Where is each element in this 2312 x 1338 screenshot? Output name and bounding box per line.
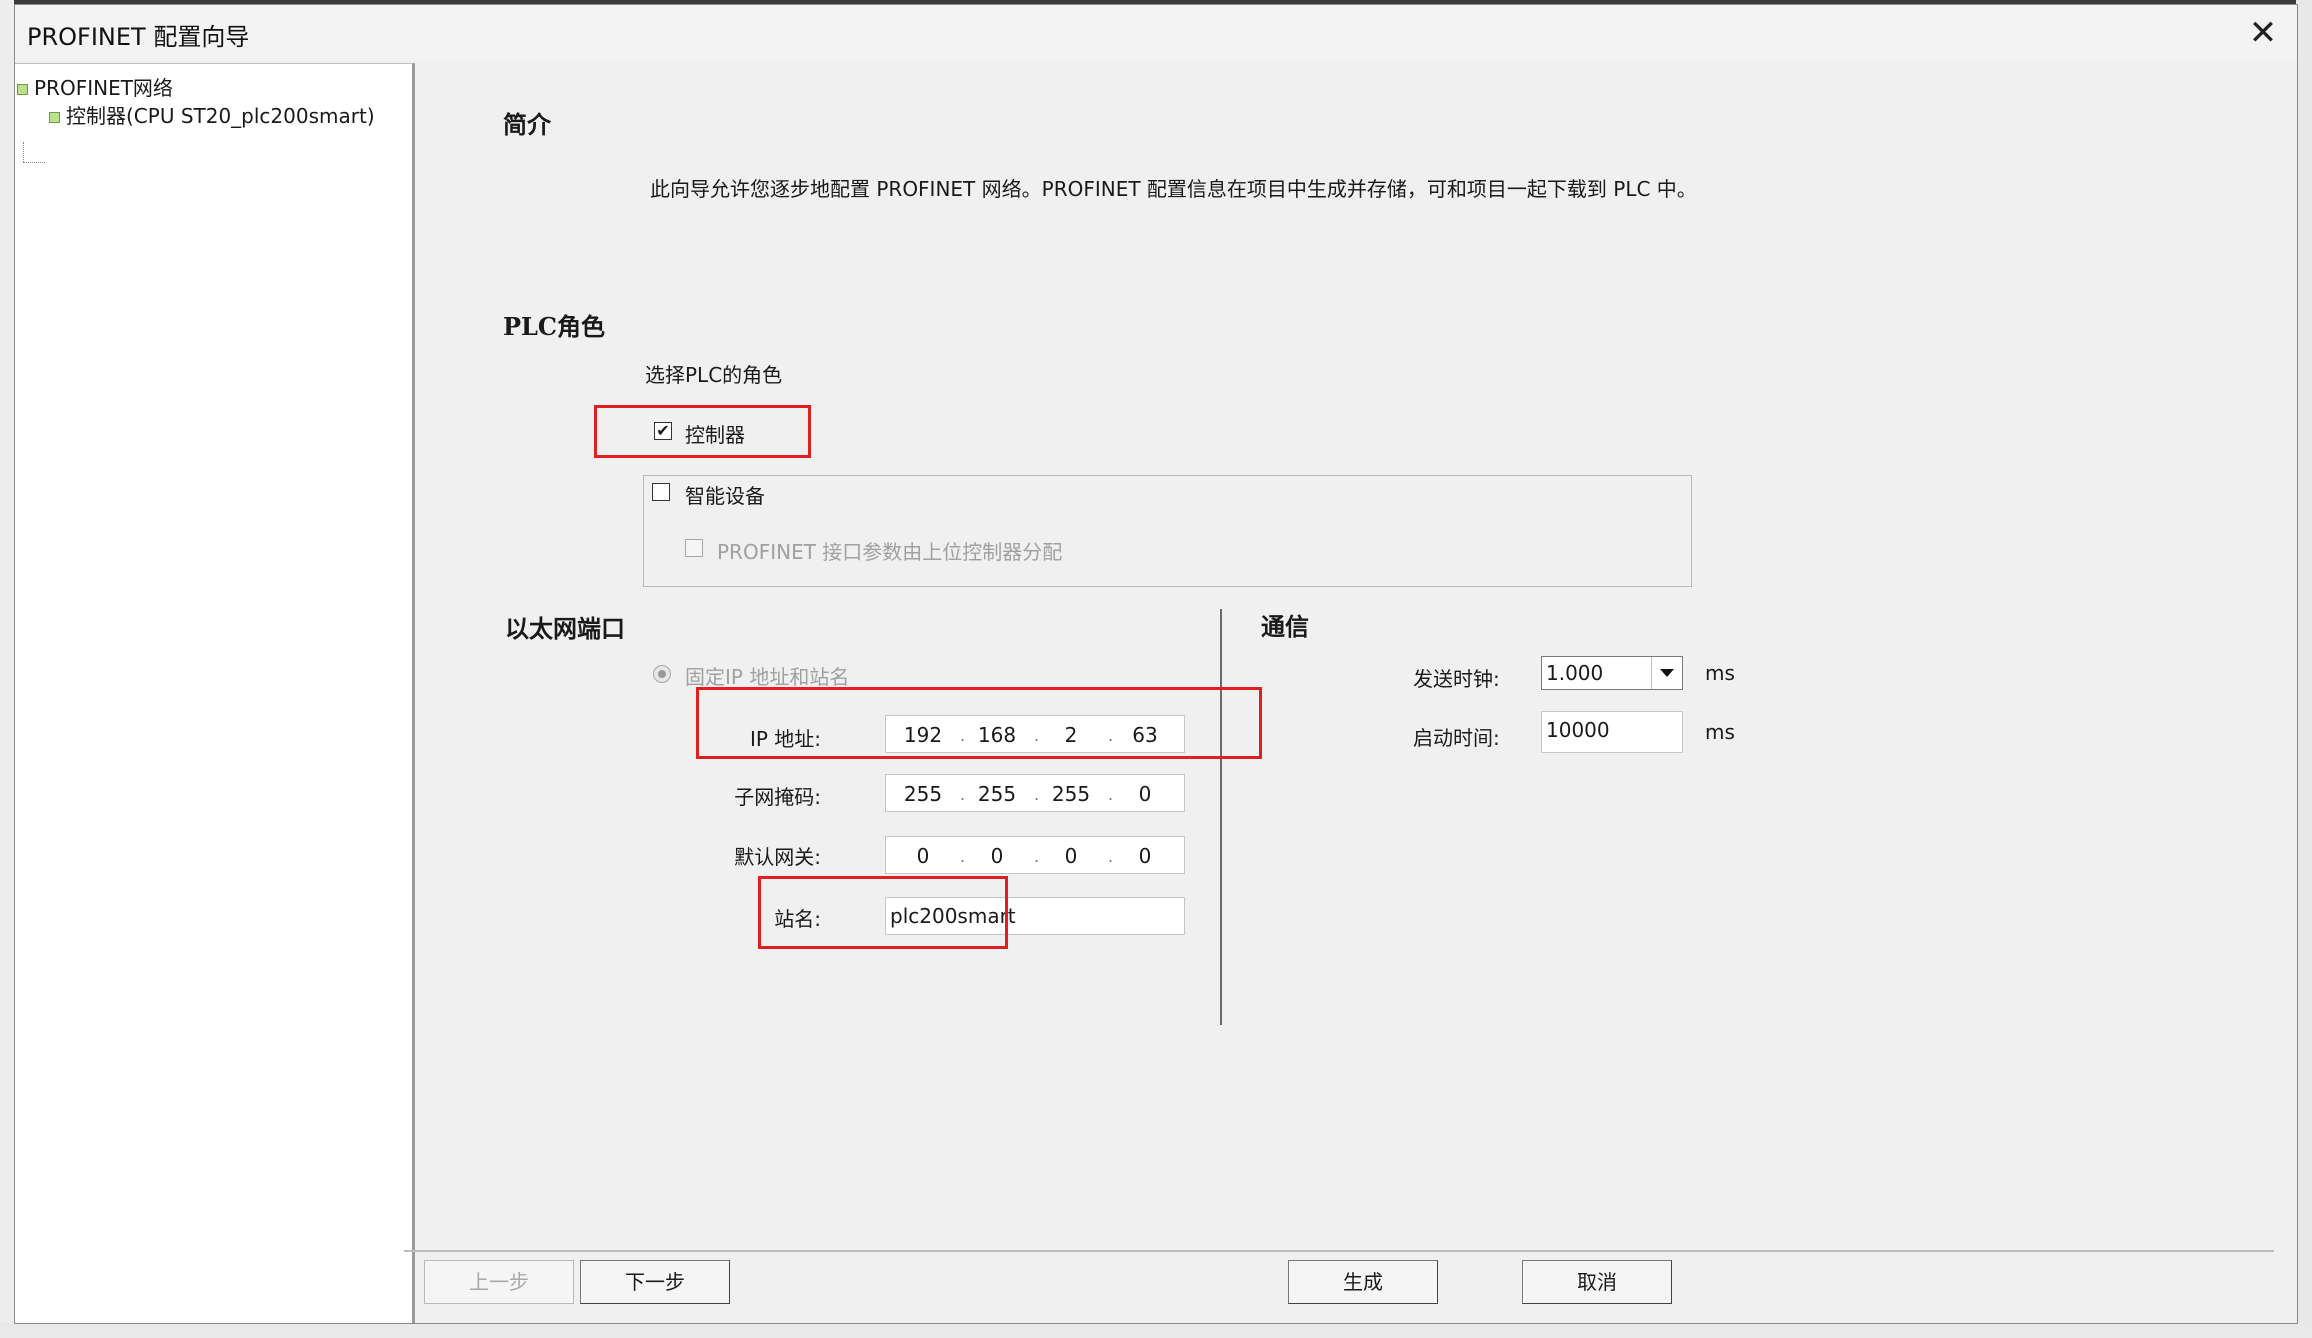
controller-label: 控制器 [685,423,745,447]
ip-octet: 255 [1051,782,1091,806]
chevron-down-icon[interactable] [1651,657,1682,689]
send-clock-label: 发送时钟: [1413,667,1500,691]
ip-dot: . [960,726,966,745]
ip-dot: . [960,847,966,866]
wizard-button-bar: 上一步 下一步 生成 取消 [404,1250,2274,1322]
smart-device-label: 智能设备 [685,484,765,508]
ip-octet: 0 [916,844,930,868]
ip-octet: 2 [1064,723,1078,747]
tree-node-profinet-network[interactable]: PROFINET网络 [17,72,173,101]
controller-checkbox[interactable]: ✔ [654,422,672,440]
wizard-tree-panel: PROFINET网络 控制器(CPU ST20_plc200smart) [15,63,415,1323]
subnet-mask-label: 子网掩码: [734,785,821,809]
ip-octet: 63 [1132,723,1158,747]
param-assign-label: PROFINET 接口参数由上位控制器分配 [717,540,1063,564]
ip-octet: 0 [990,844,1004,868]
startup-time-label: 启动时间: [1413,726,1500,750]
tree-node-controller[interactable]: 控制器(CPU ST20_plc200smart) [49,100,375,129]
param-assign-checkbox [685,539,703,557]
tree-node-icon [49,112,60,123]
startup-time-input[interactable]: 10000 [1541,711,1683,753]
cancel-button[interactable]: 取消 [1522,1260,1672,1304]
tree-node-label: 控制器(CPU ST20_plc200smart) [66,104,375,128]
background-app-left-edge [0,0,14,1338]
ip-dot: . [1034,847,1040,866]
fixed-ip-radio [653,665,671,683]
station-name-label: 站名: [774,907,821,931]
ip-octet: 0 [1138,782,1152,806]
subnet-mask-field[interactable]: 255 . 255 . 255 . 0 [885,774,1185,812]
plc-role-title: PLC角色 [503,312,606,341]
prev-button[interactable]: 上一步 [424,1260,574,1304]
send-clock-value: 1.000 [1546,661,1604,685]
ip-octet: 168 [977,723,1017,747]
background-app-bottom-edge [0,1322,2312,1338]
plc-role-prompt: 选择PLC的角色 [645,363,783,387]
ip-dot: . [1108,847,1114,866]
ip-dot: . [1034,785,1040,804]
smart-device-checkbox[interactable] [652,483,670,501]
ip-address-label: IP 地址: [749,727,821,751]
tree-connector-line [23,162,45,163]
ip-address-field[interactable]: 192 . 168 . 2 . 63 [885,715,1185,753]
ip-dot: . [1034,726,1040,745]
next-button[interactable]: 下一步 [580,1260,730,1304]
ethernet-title: 以太网端口 [505,614,625,643]
ip-octet: 0 [1064,844,1078,868]
tree-node-label: PROFINET网络 [34,76,173,100]
background-app-right-edge [2296,0,2312,1338]
communication-title: 通信 [1261,612,1309,641]
send-clock-select[interactable]: 1.000 [1541,656,1683,690]
dialog-title: PROFINET 配置向导 [27,23,250,51]
send-clock-unit: ms [1705,661,1735,685]
ip-octet: 255 [903,782,943,806]
generate-button[interactable]: 生成 [1288,1260,1438,1304]
ip-dot: . [1108,785,1114,804]
section-divider [1220,609,1222,1025]
intro-text: 此向导允许您逐步地配置 PROFINET 网络。PROFINET 配置信息在项目… [650,177,1697,201]
fixed-ip-label: 固定IP 地址和站名 [685,665,850,689]
startup-time-unit: ms [1705,720,1735,744]
ip-octet: 192 [903,723,943,747]
default-gateway-label: 默认网关: [734,845,821,869]
ip-dot: . [1108,726,1114,745]
smart-device-group [643,475,1692,587]
station-name-input[interactable]: plc200smart [885,897,1185,935]
intro-title: 简介 [503,110,551,139]
dialog-titlebar: PROFINET 配置向导 ✕ [15,5,2297,61]
profinet-wizard-dialog: PROFINET 配置向导 ✕ PROFINET网络 控制器(CPU ST20_… [14,4,2298,1324]
ip-octet: 255 [977,782,1017,806]
tree-connector-line [23,142,24,162]
tree-node-icon [17,84,28,95]
close-icon[interactable]: ✕ [2243,13,2283,53]
default-gateway-field[interactable]: 0 . 0 . 0 . 0 [885,836,1185,874]
ip-octet: 0 [1138,844,1152,868]
wizard-content: 简介 此向导允许您逐步地配置 PROFINET 网络。PROFINET 配置信息… [419,63,2297,1258]
ip-dot: . [960,785,966,804]
